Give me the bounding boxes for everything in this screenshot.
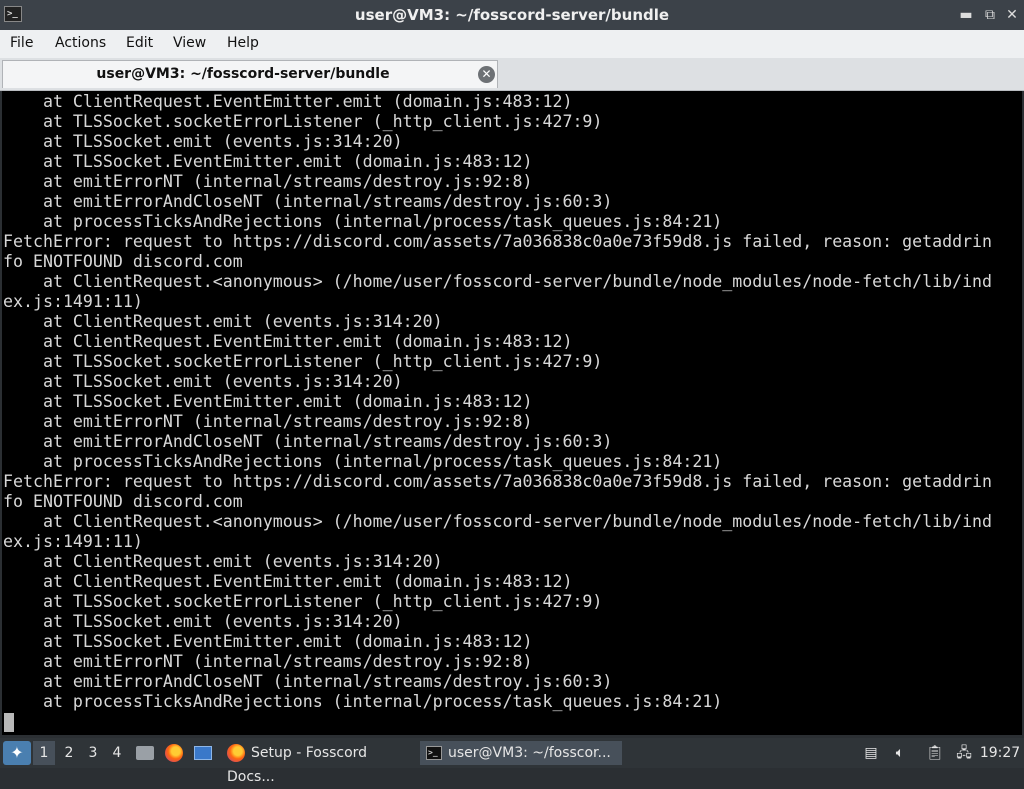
- network-button[interactable]: 🖧︎: [952, 741, 976, 765]
- minimize-button[interactable]: ▬: [956, 5, 976, 25]
- terminal-line: at TLSSocket.emit (events.js:314:20): [3, 132, 403, 151]
- firefox-icon: [165, 744, 183, 762]
- terminal-line: at TLSSocket.EventEmitter.emit (domain.j…: [3, 152, 533, 171]
- terminal-output[interactable]: at ClientRequest.EventEmitter.emit (doma…: [2, 91, 1022, 735]
- workspace-3[interactable]: 3: [82, 741, 104, 765]
- terminal-line: at emitErrorNT (internal/streams/destroy…: [3, 412, 533, 431]
- workspace-4[interactable]: 4: [106, 741, 128, 765]
- terminal-line: at TLSSocket.socketErrorListener (_http_…: [3, 592, 603, 611]
- menu-bar: File Actions Edit View Help: [0, 30, 1024, 58]
- terminal-lines: at ClientRequest.EventEmitter.emit (doma…: [3, 92, 992, 712]
- menu-view[interactable]: View: [173, 35, 206, 51]
- terminal-line: at emitErrorNT (internal/streams/destroy…: [3, 652, 533, 671]
- terminal-line: at ClientRequest.EventEmitter.emit (doma…: [3, 332, 573, 351]
- workspace-2[interactable]: 2: [58, 741, 80, 765]
- removable-drive-icon: ▤: [864, 745, 878, 761]
- menu-file[interactable]: File: [10, 35, 33, 51]
- terminal-line: at processTicksAndRejections (internal/p…: [3, 212, 723, 231]
- terminal-line: at TLSSocket.emit (events.js:314:20): [3, 372, 403, 391]
- task-firefox[interactable]: Setup - Fosscord Docs...: [224, 741, 419, 785]
- terminal-line: at ClientRequest.EventEmitter.emit (doma…: [3, 572, 573, 591]
- file-manager-launcher[interactable]: [133, 741, 157, 765]
- maximize-icon: ⧉: [985, 7, 995, 23]
- terminal-line: at TLSSocket.emit (events.js:314:20): [3, 612, 403, 631]
- terminal-line: at TLSSocket.EventEmitter.emit (domain.j…: [3, 632, 533, 651]
- clipboard-button[interactable]: 📋︎: [924, 741, 946, 765]
- minimize-icon: ▬: [959, 7, 973, 23]
- terminal-line: ex.js:1491:11): [3, 292, 143, 311]
- volume-button[interactable]: 🔈︎: [888, 741, 912, 765]
- text-cursor: [4, 713, 14, 732]
- terminal-line: at emitErrorAndCloseNT (internal/streams…: [3, 672, 613, 691]
- clipboard-icon: 📋︎: [926, 745, 944, 761]
- removable-drive-button[interactable]: ▤: [860, 741, 882, 765]
- firefox-launcher[interactable]: [162, 741, 186, 765]
- clock: 19:27: [979, 745, 1021, 761]
- terminal-line: fo ENOTFOUND discord.com: [3, 492, 243, 511]
- task-label: user@VM3: ~/fosscor...: [448, 745, 611, 761]
- network-icon: 🖧︎: [956, 745, 972, 761]
- taskbar: ✦ 1 2 3 4 Setup - Fosscord Docs... >_ use…: [0, 738, 1024, 785]
- menu-actions[interactable]: Actions: [55, 35, 106, 51]
- terminal-icon: >_: [426, 746, 442, 760]
- terminal-line: FetchError: request to https://discord.c…: [3, 472, 993, 491]
- tab-close-icon[interactable]: ✕: [478, 66, 495, 83]
- task-label: Setup - Fosscord Docs...: [227, 745, 368, 785]
- terminal-line: at emitErrorAndCloseNT (internal/streams…: [3, 432, 613, 451]
- volume-icon: 🔈︎: [895, 745, 905, 761]
- terminal-line: at ClientRequest.EventEmitter.emit (doma…: [3, 92, 573, 111]
- maximize-button[interactable]: ⧉: [980, 5, 1000, 25]
- terminal-line: at emitErrorNT (internal/streams/destroy…: [3, 172, 533, 191]
- terminal-tab[interactable]: user@VM3: ~/fosscord-server/bundle ✕: [2, 60, 498, 88]
- terminal-line: at processTicksAndRejections (internal/p…: [3, 452, 723, 471]
- terminal-line: at TLSSocket.socketErrorListener (_http_…: [3, 352, 603, 371]
- menu-edit[interactable]: Edit: [126, 35, 153, 51]
- terminal-line: FetchError: request to https://discord.c…: [3, 232, 993, 251]
- terminal-line: fo ENOTFOUND discord.com: [3, 252, 243, 271]
- task-terminal[interactable]: >_ user@VM3: ~/fosscor...: [420, 741, 622, 765]
- terminal-line: at ClientRequest.<anonymous> (/home/user…: [3, 272, 993, 291]
- close-icon: ✕: [1006, 7, 1018, 23]
- tab-strip: user@VM3: ~/fosscord-server/bundle ✕: [0, 58, 1024, 91]
- start-menu-button[interactable]: ✦: [3, 741, 31, 765]
- close-window-button[interactable]: ✕: [1002, 5, 1022, 25]
- file-manager-icon: [136, 746, 154, 760]
- workspace-1[interactable]: 1: [33, 741, 55, 765]
- window-title: user@VM3: ~/fosscord-server/bundle: [354, 6, 670, 24]
- terminal-line: at ClientRequest.emit (events.js:314:20): [3, 552, 443, 571]
- terminal-line: ex.js:1491:11): [3, 532, 143, 551]
- title-bar: >_ user@VM3: ~/fosscord-server/bundle ▬ …: [0, 0, 1024, 30]
- show-desktop-icon: [194, 746, 212, 760]
- menu-help[interactable]: Help: [227, 35, 259, 51]
- terminal-line: at TLSSocket.EventEmitter.emit (domain.j…: [3, 392, 533, 411]
- terminal-line: at processTicksAndRejections (internal/p…: [3, 692, 723, 711]
- terminal-line: at ClientRequest.<anonymous> (/home/user…: [3, 512, 993, 531]
- show-desktop-button[interactable]: [191, 741, 215, 765]
- terminal-line: at emitErrorAndCloseNT (internal/streams…: [3, 192, 613, 211]
- firefox-icon: [227, 744, 245, 762]
- tab-label: user@VM3: ~/fosscord-server/bundle: [96, 66, 390, 82]
- terminal-line: at TLSSocket.socketErrorListener (_http_…: [3, 112, 603, 131]
- terminal-line: at ClientRequest.emit (events.js:314:20): [3, 312, 443, 331]
- start-menu-icon: ✦: [10, 743, 24, 762]
